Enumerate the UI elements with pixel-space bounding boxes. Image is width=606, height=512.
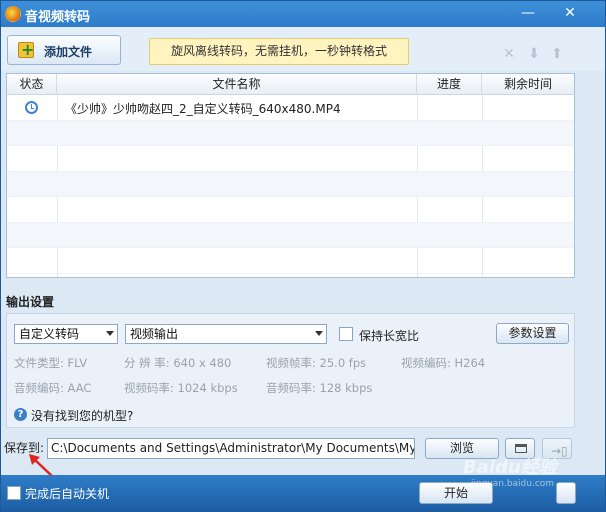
help-link[interactable]: 没有找到您的机型? bbox=[31, 407, 133, 424]
table-header: 状态 文件名称 进度 剩余时间 bbox=[7, 74, 574, 95]
video-codec-info: 视频编码: H264 bbox=[401, 356, 486, 370]
add-file-button[interactable]: 添加文件 bbox=[7, 35, 121, 65]
table-row-empty bbox=[7, 222, 574, 248]
header-status[interactable]: 状态 bbox=[7, 74, 57, 95]
auto-shutdown-label[interactable]: 完成后自动关机 bbox=[25, 485, 109, 502]
window-title: 音视频转码 bbox=[25, 10, 91, 25]
move-up-icon[interactable]: ⬆ bbox=[550, 47, 564, 61]
keep-ratio-checkbox[interactable] bbox=[339, 327, 353, 341]
output-settings-panel: 自定义转码 视频输出 保持长宽比 参数设置 文件类型: FLV 分 辨 率: 6… bbox=[6, 313, 575, 428]
video-bitrate-info: 视频码率: 1024 kbps bbox=[124, 381, 238, 395]
app-logo-icon bbox=[5, 6, 21, 22]
auto-shutdown-checkbox[interactable] bbox=[7, 486, 21, 500]
file-type-info: 文件类型: FLV bbox=[14, 356, 88, 370]
save-path-field[interactable]: C:\Documents and Settings\Administrator\… bbox=[47, 438, 415, 459]
folder-icon bbox=[515, 444, 527, 453]
header-remaining[interactable]: 剩余时间 bbox=[482, 74, 574, 95]
table-row-empty bbox=[7, 120, 574, 146]
file-name: 《少帅》少帅吻赵四_2_自定义转码_640x480.MP4 bbox=[65, 102, 341, 116]
minimize-button[interactable]: — bbox=[515, 3, 541, 23]
file-table: 状态 文件名称 进度 剩余时间 《少帅》少帅吻赵四_2_自定义转码_640x48… bbox=[6, 73, 575, 278]
profile-select-value: 自定义转码 bbox=[19, 327, 80, 341]
promo-banner[interactable]: 旋风离线转码，无需挂机，一秒钟转格式 bbox=[149, 38, 409, 65]
audio-codec-info: 音频编码: AAC bbox=[14, 381, 92, 395]
output-settings-title: 输出设置 bbox=[6, 295, 55, 309]
header-name[interactable]: 文件名称 bbox=[57, 74, 417, 95]
app-window: 音视频转码 — ✕ 添加文件 旋风离线转码，无需挂机，一秒钟转格式 ✕ ⬇ ⬆ … bbox=[0, 0, 606, 512]
delete-icon[interactable]: ✕ bbox=[502, 47, 516, 61]
table-row[interactable]: 《少帅》少帅吻赵四_2_自定义转码_640x480.MP4 bbox=[7, 95, 574, 121]
close-button[interactable]: ✕ bbox=[557, 3, 583, 23]
clock-icon bbox=[25, 101, 38, 114]
parameter-settings-button[interactable]: 参数设置 bbox=[496, 323, 569, 344]
audio-bitrate-info: 音频码率: 128 kbps bbox=[266, 381, 373, 395]
table-body: 《少帅》少帅吻赵四_2_自定义转码_640x480.MP4 bbox=[7, 95, 574, 274]
add-file-label: 添加文件 bbox=[44, 45, 93, 59]
output-type-select[interactable]: 视频输出 bbox=[125, 324, 327, 344]
resolution-info: 分 辨 率: 640 x 480 bbox=[124, 356, 232, 370]
table-row-empty bbox=[7, 146, 574, 172]
keep-ratio-label[interactable]: 保持长宽比 bbox=[359, 327, 419, 344]
table-row-empty bbox=[7, 248, 574, 274]
toolbar: 添加文件 旋风离线转码，无需挂机，一秒钟转格式 ✕ ⬇ ⬆ bbox=[1, 27, 605, 71]
table-row-empty bbox=[7, 197, 574, 223]
add-folder-icon bbox=[18, 40, 34, 59]
header-progress[interactable]: 进度 bbox=[417, 74, 482, 95]
watermark-url: jingyan.baidu.com bbox=[471, 479, 555, 489]
output-select-value: 视频输出 bbox=[130, 327, 179, 341]
move-down-icon[interactable]: ⬇ bbox=[527, 47, 541, 61]
table-row-empty bbox=[7, 171, 574, 197]
chevron-down-icon bbox=[315, 331, 323, 336]
frame-rate-info: 视频帧率: 25.0 fps bbox=[266, 356, 367, 370]
chevron-down-icon bbox=[106, 331, 114, 336]
help-icon[interactable]: ? bbox=[14, 408, 27, 421]
profile-select[interactable]: 自定义转码 bbox=[14, 324, 118, 344]
watermark-logo: Baidu经验 bbox=[463, 457, 557, 478]
side-panel-button[interactable] bbox=[556, 482, 576, 504]
title-bar: 音视频转码 — ✕ bbox=[1, 1, 606, 27]
